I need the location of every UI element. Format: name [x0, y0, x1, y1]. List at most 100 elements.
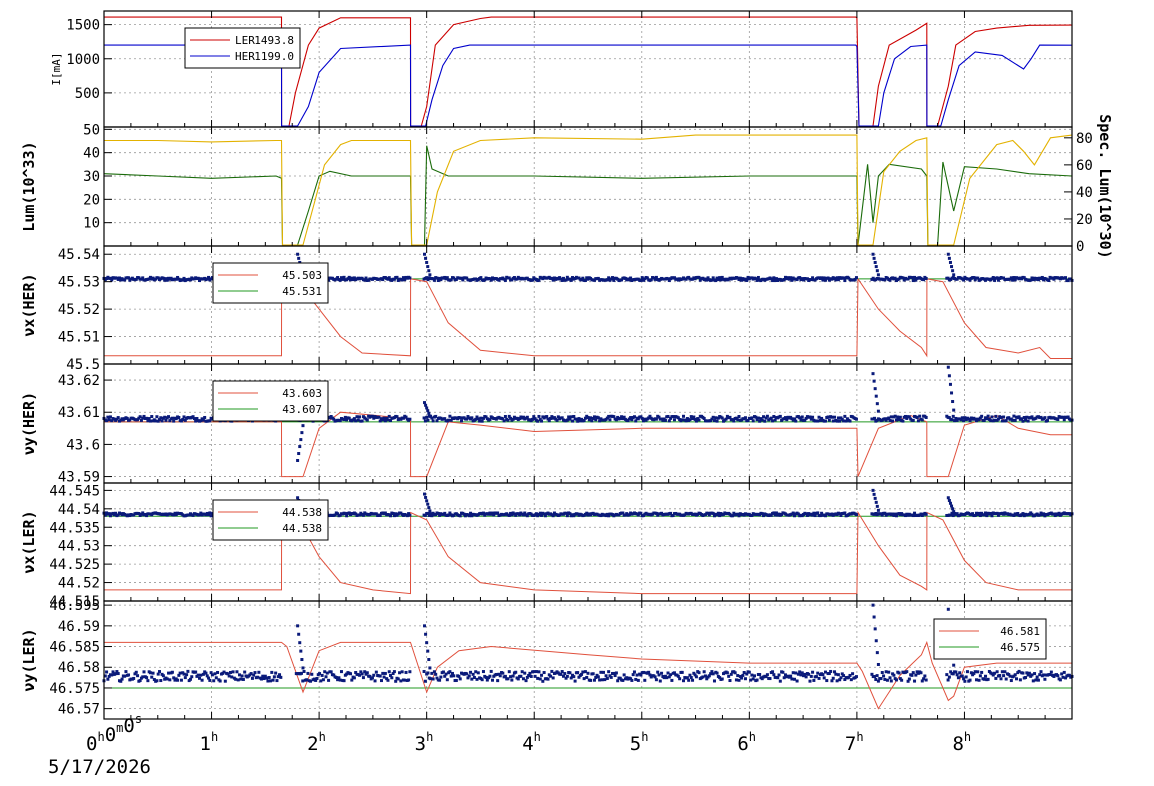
measured-point	[238, 673, 242, 677]
measured-point	[911, 418, 915, 422]
measured-point	[1031, 679, 1035, 683]
measured-point	[165, 677, 169, 681]
measured-point	[639, 278, 643, 282]
measured-point	[829, 669, 833, 673]
measured-point	[234, 677, 238, 681]
measured-point	[145, 676, 149, 680]
measured-point	[551, 514, 555, 518]
measured-point	[911, 671, 915, 675]
measured-spike-point	[297, 632, 301, 636]
y-tick-label: 45.52	[58, 302, 100, 318]
measured-point	[613, 674, 617, 678]
measured-point	[741, 673, 745, 677]
tune-monitor-chart: 500 1000 1500 I[mA] LER 1493.8 HER 1199.0 10 20 30…	[0, 0, 1154, 782]
y-tick-label: 1000	[66, 52, 100, 68]
legend-value: 1199.0	[254, 50, 294, 63]
measured-point	[536, 419, 540, 423]
measured-point	[381, 671, 385, 675]
measured-point	[968, 419, 972, 423]
measured-spike-point	[873, 260, 877, 264]
measured-point	[323, 670, 327, 674]
measured-point	[1038, 673, 1042, 677]
measured-point	[670, 678, 674, 682]
measured-point	[105, 670, 109, 674]
measured-spike-point	[425, 260, 429, 264]
measured-point	[400, 670, 404, 674]
measured-point	[555, 418, 559, 422]
measured-point	[182, 415, 186, 419]
measured-spike-point	[875, 402, 879, 406]
measured-point	[132, 676, 136, 680]
y-tick-label: 46.57	[58, 702, 100, 718]
measured-point	[643, 678, 647, 682]
measured-point	[537, 414, 541, 418]
measured-spike-point	[874, 639, 878, 643]
measured-point	[685, 676, 689, 680]
measured-point	[386, 418, 390, 422]
measured-point	[203, 415, 207, 419]
measured-point	[488, 674, 492, 678]
measured-point	[338, 678, 342, 682]
measured-point	[194, 419, 198, 423]
measured-spike-point	[426, 502, 430, 506]
measured-point	[758, 673, 762, 677]
y-tick-label: 45.51	[58, 330, 100, 346]
measured-point	[884, 670, 888, 674]
measured-point	[923, 674, 927, 678]
x-tick-label: 1h	[200, 730, 219, 755]
measured-point	[157, 670, 161, 674]
measured-point	[758, 419, 762, 423]
measured-point	[177, 416, 181, 420]
measured-point	[506, 677, 510, 681]
measured-point	[178, 671, 182, 675]
measured-point	[573, 679, 577, 683]
measured-point	[444, 672, 448, 676]
measured-point	[474, 670, 478, 674]
measured-point	[977, 678, 981, 682]
measured-point	[170, 416, 174, 420]
measured-spike-point	[952, 510, 956, 514]
measured-point	[889, 679, 893, 683]
measured-point	[843, 414, 847, 418]
measured-point	[576, 419, 580, 423]
measured-point	[986, 414, 990, 418]
measured-point	[591, 672, 595, 676]
measured-point	[320, 673, 324, 677]
measured-point	[589, 416, 593, 420]
y-tick-label: 30	[83, 169, 100, 185]
measured-point	[807, 672, 811, 676]
measured-point	[365, 671, 369, 675]
measured-point	[188, 677, 192, 681]
measured-point	[199, 673, 203, 677]
y2-axis-label: Spec. Lum(10^30)	[1096, 114, 1114, 259]
measured-point	[265, 676, 269, 680]
measured-point	[136, 674, 140, 678]
measured-point	[321, 678, 325, 682]
measured-point	[150, 675, 154, 679]
measured-point	[632, 670, 636, 674]
measured-point	[241, 677, 245, 681]
measured-point	[888, 419, 892, 423]
measured-spike-point	[946, 496, 950, 500]
measured-point	[1061, 675, 1065, 679]
measured-point	[924, 415, 928, 419]
measured-point	[1008, 674, 1012, 678]
measured-point	[703, 674, 707, 678]
measured-point	[399, 679, 403, 683]
measured-point	[426, 671, 430, 675]
measured-spike-point	[298, 641, 302, 645]
measured-point	[995, 670, 999, 674]
measured-point	[1018, 678, 1022, 682]
measured-point	[1033, 672, 1037, 676]
measured-spike-point	[427, 269, 431, 273]
measured-point	[907, 677, 911, 681]
measured-point	[235, 670, 239, 674]
measured-point	[507, 670, 511, 674]
measured-point	[120, 677, 124, 681]
measured-point	[715, 671, 719, 675]
measured-point	[990, 415, 994, 419]
measured-point	[640, 276, 644, 280]
measured-point	[821, 673, 825, 677]
measured-point	[514, 670, 518, 674]
measured-point	[605, 676, 609, 680]
